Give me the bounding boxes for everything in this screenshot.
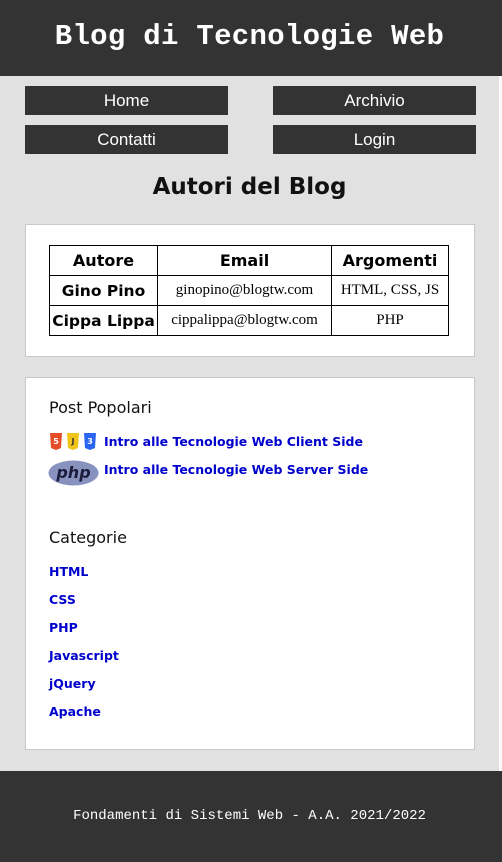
category-link-jquery[interactable]: jQuery xyxy=(49,676,96,691)
svg-text:5: 5 xyxy=(53,437,59,446)
column-header-email: Email xyxy=(157,245,332,276)
authors-panel: Autore Email Argomenti Gino Pino ginopin… xyxy=(25,224,475,357)
author-topics-cell: PHP xyxy=(331,305,449,336)
site-footer: Fondamenti di Sistemi Web - A.A. 2021/20… xyxy=(0,771,502,862)
table-row: Gino Pino ginopino@blogtw.com HTML, CSS,… xyxy=(49,275,449,306)
table-row: Cippa Lippa cippalippa@blogtw.com PHP xyxy=(49,305,449,336)
authors-table: Autore Email Argomenti Gino Pino ginopin… xyxy=(49,245,449,336)
author-email-cell: ginopino@blogtw.com xyxy=(157,275,332,306)
footer-text: Fondamenti di Sistemi Web - A.A. 2021/20… xyxy=(73,808,426,824)
site-header: Blog di Tecnologie Web xyxy=(0,0,502,76)
category-link-css[interactable]: CSS xyxy=(49,592,76,607)
site-title: Blog di Tecnologie Web xyxy=(54,20,445,53)
nav-home-button[interactable]: Home xyxy=(25,86,228,115)
categories-heading: Categorie xyxy=(49,528,127,547)
html5-css3-js-icon: 5 J 3 xyxy=(50,433,96,450)
author-topics-cell: HTML, CSS, JS xyxy=(331,275,449,306)
svg-text:php: php xyxy=(55,463,90,482)
category-link-apache[interactable]: Apache xyxy=(49,704,101,719)
author-name-cell: Gino Pino xyxy=(49,275,158,306)
page-title: Autori del Blog xyxy=(152,174,347,200)
popular-post-link[interactable]: Intro alle Tecnologie Web Server Side xyxy=(104,462,368,477)
category-link-html[interactable]: HTML xyxy=(49,564,88,579)
nav-contatti-button[interactable]: Contatti xyxy=(25,125,228,154)
author-email-cell: cippalippa@blogtw.com xyxy=(157,305,332,336)
column-header-argomenti: Argomenti xyxy=(331,245,449,276)
table-header-row: Autore Email Argomenti xyxy=(49,245,449,276)
category-link-php[interactable]: PHP xyxy=(49,620,78,635)
svg-text:J: J xyxy=(71,437,75,446)
nav-login-button[interactable]: Login xyxy=(273,125,476,154)
author-name-cell: Cippa Lippa xyxy=(49,305,158,336)
php-logo-icon: php xyxy=(48,460,99,486)
popular-post-link[interactable]: Intro alle Tecnologie Web Client Side xyxy=(104,434,363,449)
sidebar-panel: Post Popolari 5 J 3 Intro alle Tecnologi… xyxy=(25,377,475,750)
category-link-javascript[interactable]: Javascript xyxy=(49,648,119,663)
svg-text:3: 3 xyxy=(87,437,93,446)
popular-posts-heading: Post Popolari xyxy=(49,398,152,417)
column-header-autore: Autore xyxy=(49,245,158,276)
nav-archivio-button[interactable]: Archivio xyxy=(273,86,476,115)
